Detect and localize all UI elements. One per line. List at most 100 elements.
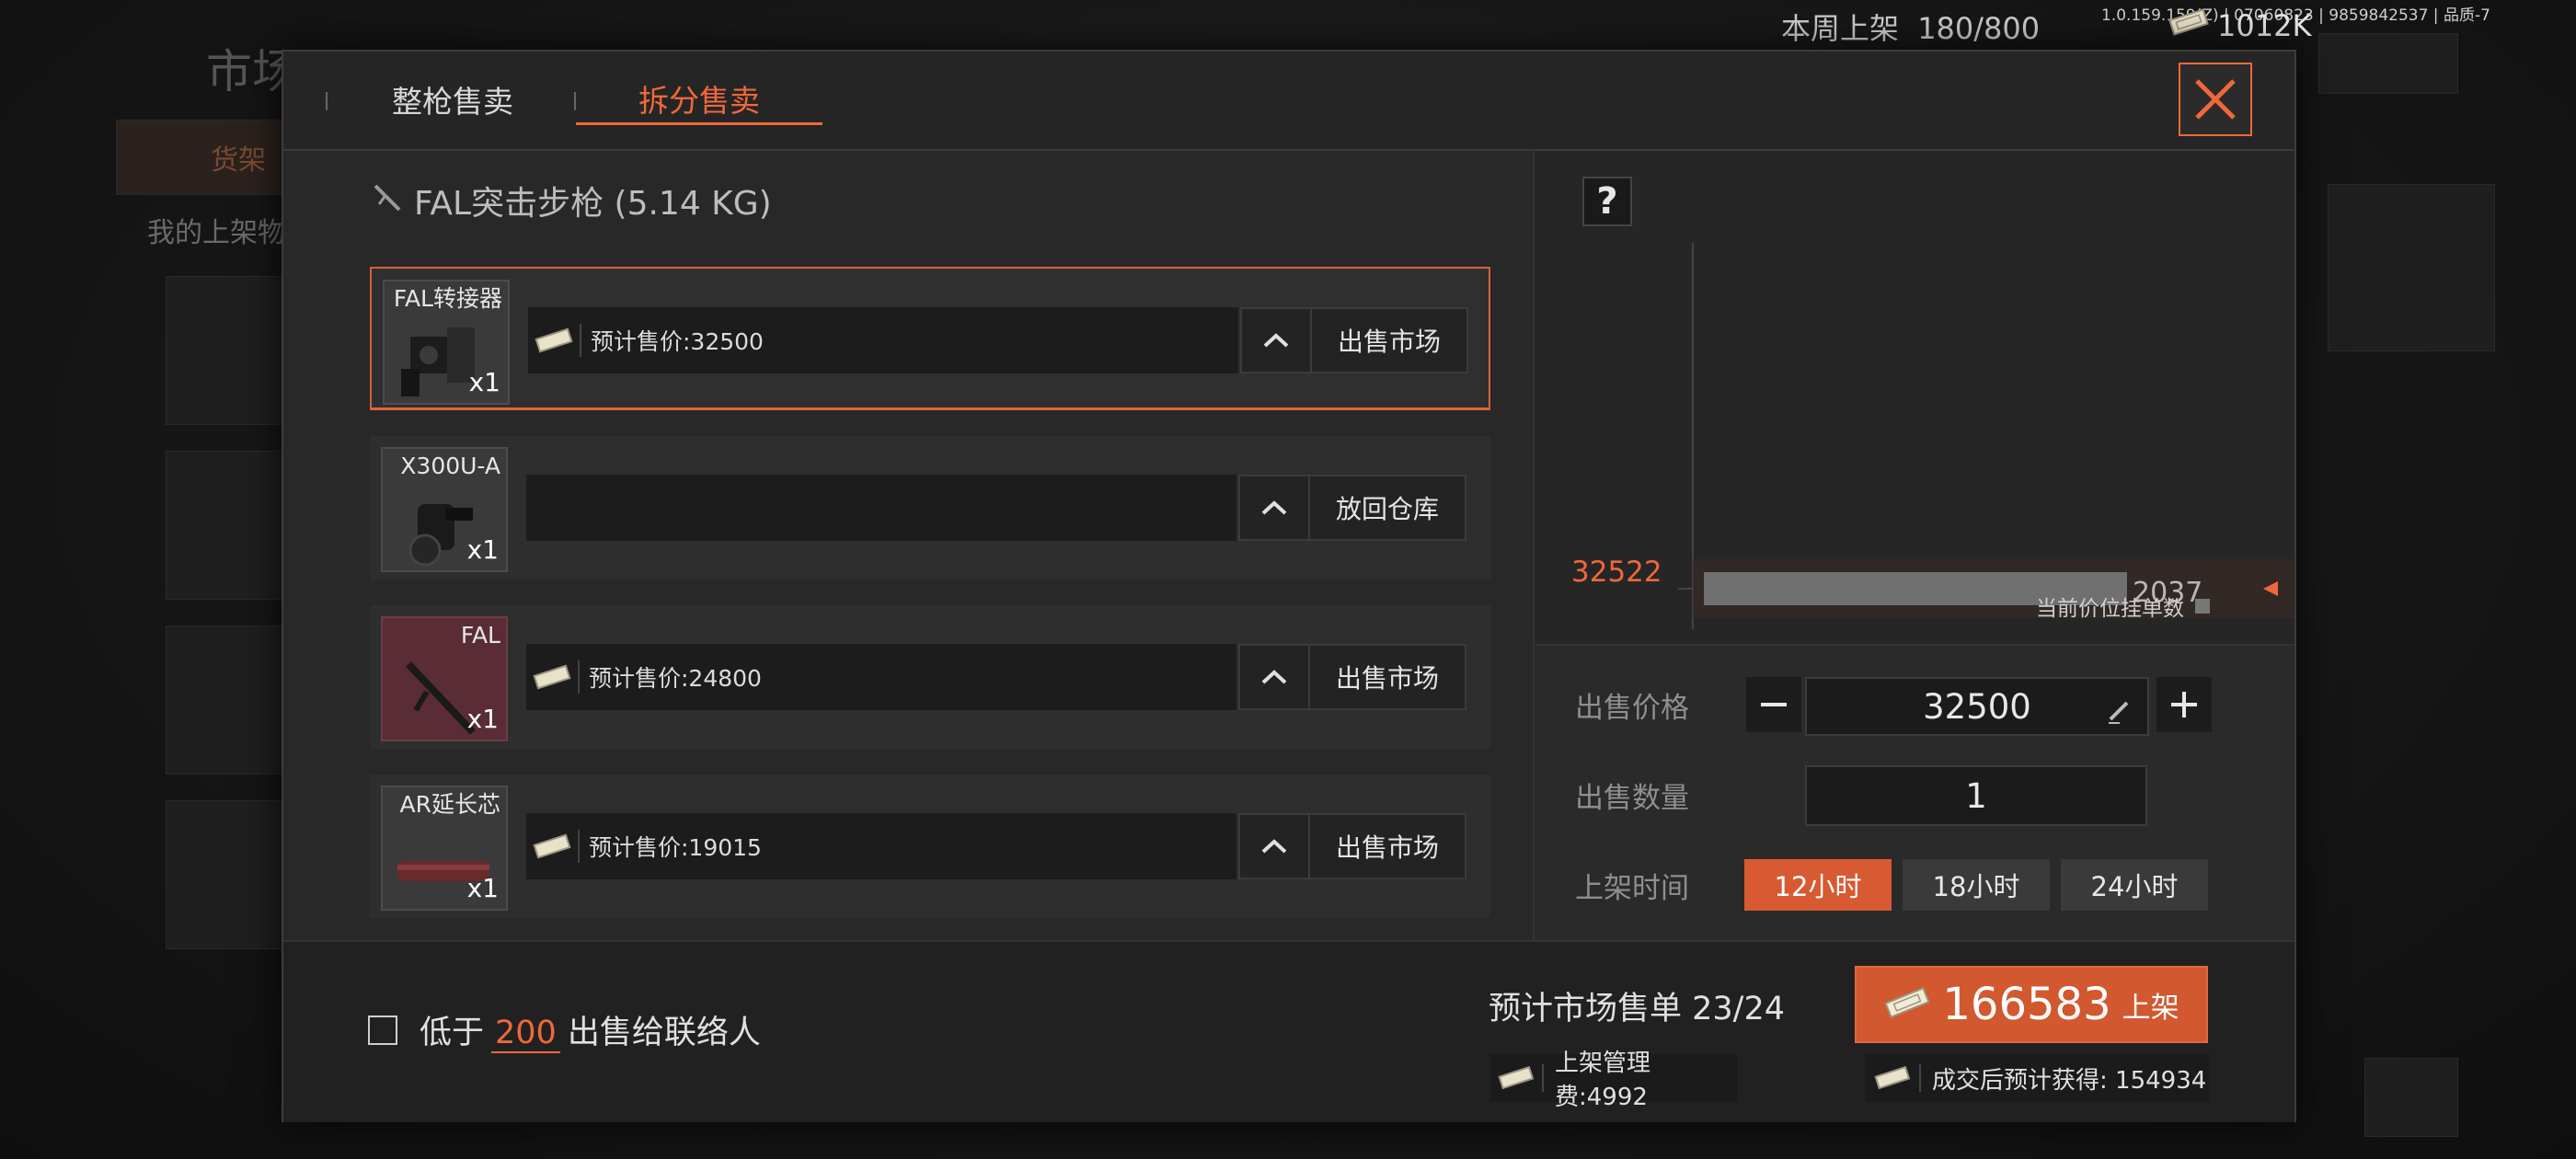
cash-icon (1883, 986, 1931, 1023)
close-icon (2195, 79, 2236, 120)
bg-side-slot (2328, 184, 2495, 351)
price-value: 32500 (1923, 686, 2031, 727)
divider (1919, 1064, 1921, 1092)
list-on-market-button[interactable]: 166583 上架 (1855, 966, 2208, 1043)
sell-market-button[interactable]: 出售市场 (1238, 644, 1466, 710)
action-label: 出售市场 (1335, 663, 1439, 694)
contact-threshold-input[interactable]: 200 (491, 1015, 560, 1053)
currency-display: 1012K (2168, 7, 2311, 44)
price-depth-chart: 203732522 (1571, 243, 2294, 629)
part-name: FAL转接器 (393, 285, 502, 312)
weapon-title: FAL突击步枪 (5.14 KG) (372, 177, 772, 224)
sell-market-button[interactable]: 出售市场 (1238, 813, 1466, 879)
price-label: 出售价格 (1575, 692, 1689, 725)
cash-icon (528, 327, 580, 354)
sell-dialog: 整枪售卖 拆分售卖 FAL突击步枪 (5.14 KG) FAL转接器 x1 预计… (282, 50, 2296, 1122)
estimated-price: 预计售价:24800 (589, 665, 762, 692)
part-name: X300U-A (400, 453, 500, 479)
dialog-footer: 低于 200 出售给联络人 预计市场售单 23/24 166583 上架 上架管… (283, 940, 2294, 1122)
tab-split-sale[interactable]: 拆分售卖 (576, 74, 822, 125)
weekly-listing-count: 180/800 (1917, 11, 2041, 46)
currency-amount: 1012K (2217, 8, 2312, 43)
chevron-up-icon[interactable] (1240, 646, 1310, 708)
bg-back-button (2318, 33, 2458, 94)
chevron-up-icon[interactable] (1240, 476, 1310, 539)
bg-add-slot (2364, 1058, 2458, 1137)
part-row[interactable]: FAL x1 预计售价:24800 出售市场 (370, 605, 1490, 749)
chart-legend: 当前价位挂单数 (2036, 591, 2210, 622)
sell-to-contact-text: 低于 200 出售给联络人 (420, 1006, 761, 1053)
weapon-title-text: FAL突击步枪 (5.14 KG) (414, 185, 772, 223)
chart-price-tick-label: 32522 (1571, 556, 1662, 589)
contact-prefix: 低于 (420, 1015, 485, 1051)
minus-icon (1761, 703, 1787, 706)
tab-separator (326, 92, 328, 110)
action-label: 出售市场 (1337, 327, 1441, 357)
plus-icon (2171, 692, 2197, 717)
part-thumbnail[interactable]: X300U-A x1 (381, 447, 508, 572)
cash-icon (526, 663, 578, 691)
divider (580, 324, 581, 357)
market-orders-text: 预计市场售单 23/24 (1489, 991, 1785, 1027)
weekly-listing-label: 本周上架 (1781, 11, 1900, 46)
cash-icon (1490, 1065, 1542, 1091)
part-quantity: x1 (466, 704, 499, 734)
parts-list-panel: FAL突击步枪 (5.14 KG) FAL转接器 x1 预计售价:32500 出… (283, 151, 1533, 940)
list-button-label: 上架 (2122, 991, 2179, 1025)
bg-shelf-tab-label: 货架 (211, 144, 266, 177)
quantity-input[interactable]: 1 (1805, 765, 2147, 826)
duration-24h-button[interactable]: 24小时 (2061, 859, 2208, 911)
sell-to-contact-checkbox[interactable] (368, 1016, 397, 1045)
chevron-up-icon[interactable] (1242, 309, 1312, 372)
tab-whole-sale[interactable]: 整枪售卖 (329, 74, 576, 125)
contact-suffix: 出售给联络人 (567, 1015, 761, 1051)
estimated-price-bar (526, 475, 1236, 541)
action-label: 出售市场 (1335, 832, 1439, 863)
cash-icon (526, 832, 578, 860)
price-input[interactable]: 32500 (1805, 677, 2149, 736)
part-thumbnail[interactable]: FAL x1 (381, 616, 508, 741)
help-button[interactable]: ? (1582, 177, 1632, 226)
minus-button[interactable] (1746, 677, 1801, 732)
part-thumbnail[interactable]: FAL转接器 x1 (383, 280, 510, 405)
bg-my-listings: 我的上架物 (147, 217, 285, 249)
return-warehouse-button[interactable]: 放回仓库 (1238, 475, 1466, 541)
sell-market-button[interactable]: 出售市场 (1240, 307, 1468, 373)
quantity-label: 出售数量 (1575, 782, 1689, 815)
part-name: FAL (460, 622, 500, 648)
legend-label: 当前价位挂单数 (2036, 597, 2184, 621)
net-income-box: 成交后预计获得: 154934 (1866, 1054, 2210, 1102)
estimated-price-bar: 预计售价:19015 (526, 813, 1236, 879)
estimated-price: 预计售价:19015 (589, 834, 762, 861)
close-button[interactable] (2179, 63, 2252, 136)
divider (1542, 1064, 1544, 1092)
help-icon: ? (1596, 180, 1618, 223)
divider (578, 830, 580, 863)
chevron-up-icon[interactable] (1240, 815, 1310, 878)
duration-18h-button[interactable]: 18小时 (1903, 859, 2050, 911)
part-quantity: x1 (466, 534, 499, 565)
divider (578, 660, 580, 694)
action-label: 放回仓库 (1335, 494, 1439, 524)
duration-12h-button[interactable]: 12小时 (1744, 859, 1892, 911)
listing-fee: 上架管理费:4992 (1554, 1050, 1650, 1111)
dialog-header: 整枪售卖 拆分售卖 (283, 52, 2294, 151)
duration-label: 上架时间 (1575, 872, 1689, 905)
part-row[interactable]: AR延长芯 x1 预计售价:19015 出售市场 (370, 775, 1490, 918)
listing-fee-box: 上架管理费:4992 (1490, 1050, 1737, 1111)
estimated-price-bar: 预计售价:32500 (528, 307, 1238, 373)
net-income: 成交后预计获得: 154934 (1932, 1066, 2207, 1095)
cash-icon (2168, 7, 2210, 44)
part-row[interactable]: X300U-A x1 放回仓库 (370, 436, 1490, 580)
edit-icon (2105, 694, 2134, 733)
legend-swatch (2195, 599, 2210, 614)
quantity-value: 1 (1965, 775, 1987, 816)
part-quantity: x1 (466, 873, 499, 903)
part-row[interactable]: FAL转接器 x1 预计售价:32500 出售市场 (370, 267, 1490, 410)
estimated-price: 预计售价:32500 (591, 328, 764, 355)
part-thumbnail[interactable]: AR延长芯 x1 (381, 786, 508, 911)
plus-button[interactable] (2156, 677, 2212, 732)
rifle-icon (372, 180, 405, 222)
part-quantity: x1 (468, 367, 500, 397)
list-total-amount: 166583 (1942, 979, 2111, 1030)
